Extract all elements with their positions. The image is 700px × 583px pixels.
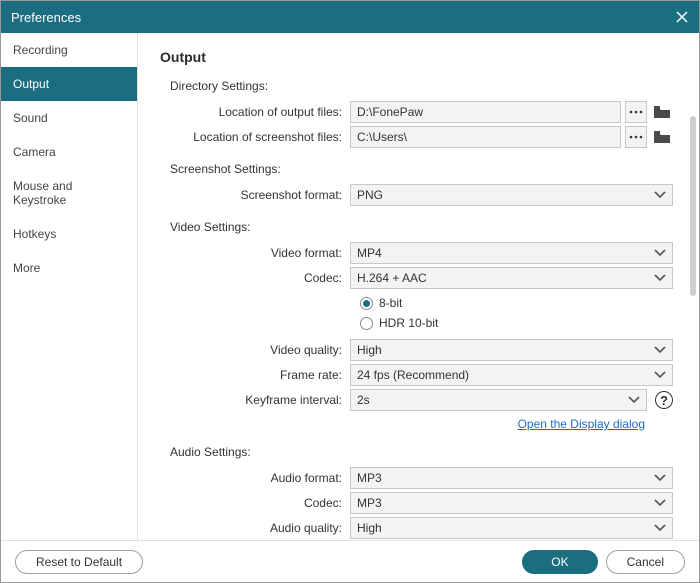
radio-unchecked-icon [360, 317, 373, 330]
sidebar-item-label: Output [13, 77, 49, 91]
chevron-down-icon [654, 274, 666, 282]
audio-format-select[interactable]: MP3 [350, 467, 673, 489]
row-audio-format: Audio format: MP3 [170, 467, 673, 489]
sidebar-item-label: Mouse and Keystroke [13, 179, 72, 207]
keyframe-interval-select[interactable]: 2s [350, 389, 647, 411]
video-codec-select[interactable]: H.264 + AAC [350, 267, 673, 289]
bitdepth-hdr-option[interactable]: HDR 10-bit [360, 313, 673, 333]
close-button[interactable] [675, 10, 689, 24]
sidebar-item-mouse-keystroke[interactable]: Mouse and Keystroke [1, 169, 137, 217]
sidebar: Recording Output Sound Camera Mouse and … [1, 33, 138, 540]
bitdepth-8bit-label: 8-bit [379, 296, 402, 310]
window-title: Preferences [11, 10, 81, 25]
row-output-location: Location of output files: D:\FonePaw [170, 101, 673, 123]
section-video: Video Settings: [170, 220, 673, 234]
chevron-down-icon [654, 371, 666, 379]
sidebar-item-label: More [13, 261, 40, 275]
label-video-format: Video format: [170, 246, 350, 260]
sidebar-item-recording[interactable]: Recording [1, 33, 137, 67]
audio-codec-select[interactable]: MP3 [350, 492, 673, 514]
reset-to-default-button[interactable]: Reset to Default [15, 550, 143, 574]
section-directory: Directory Settings: [170, 79, 673, 93]
page-title: Output [160, 49, 673, 65]
chevron-down-icon [654, 524, 666, 532]
browse-output-button[interactable] [625, 101, 647, 123]
label-frame-rate: Frame rate: [170, 368, 350, 382]
row-video-quality: Video quality: High [170, 339, 673, 361]
video-quality-select[interactable]: High [350, 339, 673, 361]
radio-checked-icon [360, 297, 373, 310]
audio-quality-select[interactable]: High [350, 517, 673, 539]
cancel-button[interactable]: Cancel [606, 550, 685, 574]
row-video-codec: Codec: H.264 + AAC [170, 267, 673, 289]
chevron-down-icon [628, 396, 640, 404]
label-screenshot-location: Location of screenshot files: [170, 130, 350, 144]
label-audio-quality: Audio quality: [170, 521, 350, 535]
folder-icon [653, 105, 671, 119]
open-screenshot-folder-button[interactable] [651, 126, 673, 148]
label-audio-codec: Codec: [170, 496, 350, 510]
section-audio: Audio Settings: [170, 445, 673, 459]
ellipsis-icon [629, 134, 643, 140]
row-frame-rate: Frame rate: 24 fps (Recommend) [170, 364, 673, 386]
ok-button[interactable]: OK [522, 550, 597, 574]
open-display-dialog-link[interactable]: Open the Display dialog [518, 417, 645, 431]
open-output-folder-button[interactable] [651, 101, 673, 123]
folder-icon [653, 130, 671, 144]
bitdepth-group: 8-bit HDR 10-bit [360, 293, 673, 333]
chevron-down-icon [654, 499, 666, 507]
sidebar-item-camera[interactable]: Camera [1, 135, 137, 169]
label-video-codec: Codec: [170, 271, 350, 285]
row-keyframe-interval: Keyframe interval: 2s ? [170, 389, 673, 411]
output-location-field[interactable]: D:\FonePaw [350, 101, 621, 123]
row-screenshot-location: Location of screenshot files: C:\Users\ [170, 126, 673, 148]
label-keyframe-interval: Keyframe interval: [170, 393, 350, 407]
screenshot-location-field[interactable]: C:\Users\ [350, 126, 621, 148]
row-audio-codec: Codec: MP3 [170, 492, 673, 514]
section-screenshot: Screenshot Settings: [170, 162, 673, 176]
sidebar-item-hotkeys[interactable]: Hotkeys [1, 217, 137, 251]
sidebar-item-label: Sound [13, 111, 48, 125]
ellipsis-icon [629, 109, 643, 115]
body: Recording Output Sound Camera Mouse and … [1, 33, 699, 540]
chevron-down-icon [654, 191, 666, 199]
titlebar: Preferences [1, 1, 699, 33]
sidebar-item-output[interactable]: Output [1, 67, 137, 101]
main-scroll[interactable]: Output Directory Settings: Location of o… [138, 33, 699, 540]
sidebar-item-label: Camera [13, 145, 56, 159]
help-icon: ? [660, 393, 668, 408]
preferences-window: Preferences Recording Output Sound Camer… [0, 0, 700, 583]
row-screenshot-format: Screenshot format: PNG [170, 184, 673, 206]
chevron-down-icon [654, 249, 666, 257]
display-dialog-row: Open the Display dialog [160, 417, 645, 431]
bitdepth-hdr-label: HDR 10-bit [379, 316, 438, 330]
frame-rate-select[interactable]: 24 fps (Recommend) [350, 364, 673, 386]
screenshot-format-select[interactable]: PNG [350, 184, 673, 206]
keyframe-help-button[interactable]: ? [655, 391, 673, 409]
scrollbar-thumb[interactable] [690, 116, 696, 296]
label-audio-format: Audio format: [170, 471, 350, 485]
label-video-quality: Video quality: [170, 343, 350, 357]
chevron-down-icon [654, 474, 666, 482]
chevron-down-icon [654, 346, 666, 354]
sidebar-item-label: Recording [13, 43, 68, 57]
sidebar-item-more[interactable]: More [1, 251, 137, 285]
close-icon [675, 10, 689, 24]
browse-screenshot-button[interactable] [625, 126, 647, 148]
row-audio-quality: Audio quality: High [170, 517, 673, 539]
sidebar-item-sound[interactable]: Sound [1, 101, 137, 135]
main-panel: Output Directory Settings: Location of o… [138, 33, 699, 540]
label-screenshot-format: Screenshot format: [170, 188, 350, 202]
video-format-select[interactable]: MP4 [350, 242, 673, 264]
bitdepth-8bit-option[interactable]: 8-bit [360, 293, 673, 313]
sidebar-item-label: Hotkeys [13, 227, 56, 241]
label-output-location: Location of output files: [170, 105, 350, 119]
footer: Reset to Default OK Cancel [1, 540, 699, 582]
row-video-format: Video format: MP4 [170, 242, 673, 264]
